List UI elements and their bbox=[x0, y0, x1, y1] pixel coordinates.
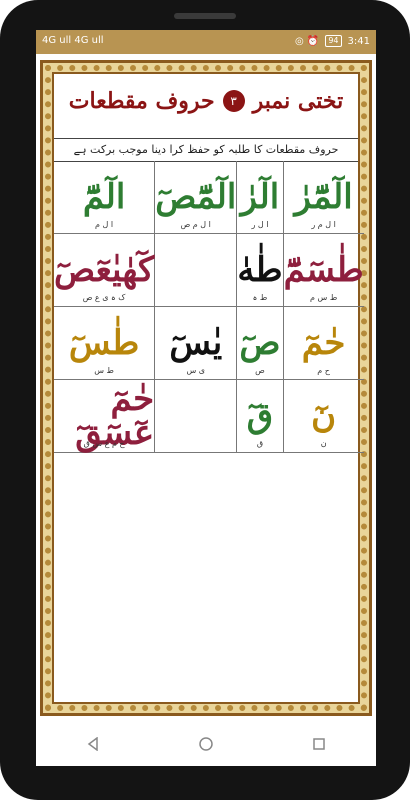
letters-cell: قٓ ق bbox=[237, 380, 284, 453]
letters-cell: طٰسٓ ط س bbox=[54, 307, 156, 380]
letters-grid: الٓمّٓ ا ل م الٓمّٓصٓ ا ل م ص الٓرٰ ا ل ر الٓم… bbox=[54, 161, 364, 453]
letters-cell bbox=[155, 380, 238, 453]
subtitle: حروف مقطعات کا طلبہ کو حفظ کرا دینا موجب… bbox=[54, 138, 358, 162]
letters-cell bbox=[155, 234, 238, 307]
letters-cell: يٰسٓ ی س bbox=[155, 307, 238, 380]
recents-button[interactable] bbox=[299, 729, 339, 759]
lesson-number-badge: ۳ bbox=[222, 90, 245, 112]
signal-icons: 4G ull 4G ull bbox=[42, 35, 104, 46]
letter-spelling: ک ہ ی ع ص bbox=[82, 293, 126, 302]
letter-spelling: ا ل م ص bbox=[180, 220, 211, 229]
home-icon bbox=[199, 737, 213, 751]
letters-cell: صٓ ص bbox=[237, 307, 284, 380]
letter-spelling: ص bbox=[255, 366, 265, 375]
lesson-page: تختی نمبر ۳ حروف مقطعات حروف مقطعات کا ط… bbox=[52, 72, 364, 704]
letter-spelling: ح م bbox=[317, 366, 330, 375]
phone-frame: 4G ull 4G ull ◎ ⏰ 94 3:41 تختی نمبر ۳ حر… bbox=[0, 0, 410, 800]
letter-glyph: قٓ bbox=[246, 396, 274, 436]
title-text: تختی نمبر bbox=[252, 88, 344, 114]
letters-cell: طٰسٓمّٓ ط س م bbox=[283, 234, 364, 307]
letter-spelling: ط س bbox=[94, 366, 114, 375]
home-button[interactable] bbox=[186, 729, 226, 759]
letters-cell: الٓمّٓصٓ ا ل م ص bbox=[155, 161, 238, 234]
letter-spelling: ح م ع س ق bbox=[83, 439, 125, 448]
page-title: تختی نمبر ۳ حروف مقطعات bbox=[54, 88, 358, 114]
letter-spelling: ی س bbox=[186, 366, 206, 375]
letter-glyph: طٰسٓمّٓ bbox=[283, 250, 364, 290]
letter-spelling: ن bbox=[320, 439, 327, 448]
letter-spelling: ق bbox=[256, 439, 264, 448]
letter-spelling: ا ل م ر bbox=[311, 220, 336, 229]
letter-glyph: يٰسٓ bbox=[169, 323, 223, 363]
letter-glyph: الٓمّٓ bbox=[82, 177, 126, 217]
letters-cell: كٓهٰيٰعٓصٓ ک ہ ی ع ص bbox=[54, 234, 156, 307]
title-band: تختی نمبر ۳ حروف مقطعات bbox=[54, 74, 358, 146]
navigation-bar bbox=[36, 722, 376, 766]
back-icon bbox=[87, 737, 98, 751]
battery-icon: 94 bbox=[325, 35, 342, 47]
letter-glyph: الٓرٰ bbox=[240, 177, 280, 217]
alarm-icons: ◎ ⏰ bbox=[294, 35, 320, 47]
letters-cell: الٓرٰ ا ل ر bbox=[237, 161, 284, 234]
letters-cell: الٓمّٓ ا ل م bbox=[54, 161, 156, 234]
letter-glyph: الٓمّٓرٰ bbox=[294, 177, 353, 217]
letter-spelling: ط ہ bbox=[252, 293, 268, 302]
letters-cell: نٓ ن bbox=[283, 380, 364, 453]
letters-cell: حٰمٓ عٓسٓقٓ ح م ع س ق bbox=[54, 380, 156, 453]
letter-glyph: طٰهٰ bbox=[237, 250, 283, 290]
letter-spelling: ط س م bbox=[310, 293, 338, 302]
letter-glyph: نٓ bbox=[311, 396, 337, 436]
back-button[interactable] bbox=[73, 729, 113, 759]
decorative-frame: تختی نمبر ۳ حروف مقطعات حروف مقطعات کا ط… bbox=[40, 60, 372, 716]
speaker-grille bbox=[174, 13, 236, 19]
recents-icon bbox=[313, 738, 326, 750]
status-left: 4G ull 4G ull bbox=[42, 35, 104, 46]
letter-glyph: الٓمّٓصٓ bbox=[155, 177, 237, 217]
status-right: ◎ ⏰ 94 3:41 bbox=[295, 35, 370, 47]
letters-cell: حٰمٓ ح م bbox=[283, 307, 364, 380]
status-bar: 4G ull 4G ull ◎ ⏰ 94 3:41 bbox=[36, 30, 376, 54]
clock: 3:41 bbox=[347, 35, 370, 47]
letters-cell: طٰهٰ ط ہ bbox=[237, 234, 284, 307]
screen: 4G ull 4G ull ◎ ⏰ 94 3:41 تختی نمبر ۳ حر… bbox=[36, 30, 376, 766]
letter-glyph: حٰمٓ bbox=[301, 323, 346, 363]
title-right-text: حروف مقطعات bbox=[68, 88, 215, 114]
content-area[interactable]: تختی نمبر ۳ حروف مقطعات حروف مقطعات کا ط… bbox=[36, 54, 376, 722]
letter-glyph: طٰسٓ bbox=[68, 323, 140, 363]
letter-spelling: ا ل م bbox=[95, 220, 114, 229]
letter-glyph: كٓهٰيٰعٓصٓ bbox=[54, 250, 155, 290]
letters-cell: الٓمّٓرٰ ا ل م ر bbox=[283, 161, 364, 234]
letter-spelling: ا ل ر bbox=[251, 220, 269, 229]
letter-glyph: صٓ bbox=[239, 323, 281, 363]
